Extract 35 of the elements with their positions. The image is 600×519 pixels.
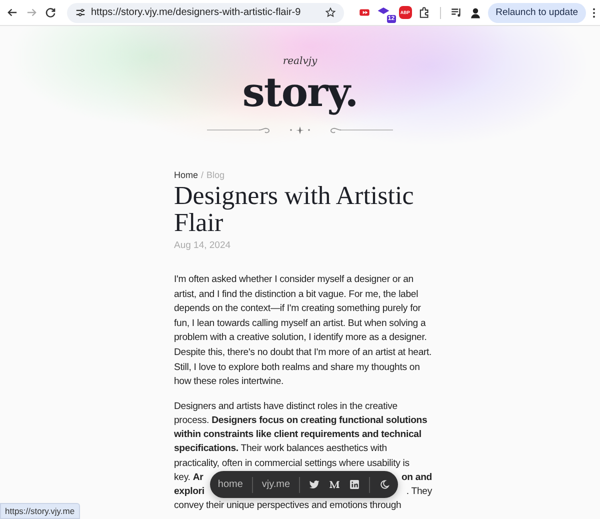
- breadcrumb-link[interactable]: Home: [174, 170, 198, 180]
- relaunch-button[interactable]: Relaunch to update: [488, 2, 586, 22]
- dark-mode-toggle-icon[interactable]: [379, 479, 390, 490]
- url-text: https://story.vjy.me/designers-with-artistic-flair-9: [91, 7, 302, 18]
- breadcrumb-separator: /: [201, 170, 204, 180]
- article-paragraph: I'm often asked whether I consider myself a designer or an artist, and I find the distinction a bit vague. For me, the label depends on the context—if I'm creating something purely for fun, I lean towards calling myself an artist. But when solving a problem with a creative solution, I identify more as a designer. Despite this, there's no doubt that I'm more of an artist at heart. Still, I love to explore both realms and share my thoughts on how these roles intertwine.: [174, 273, 432, 390]
- paragraph-line: convey their unique perspectives and emotions through: [174, 499, 402, 514]
- profile-avatar-icon[interactable]: [468, 6, 482, 19]
- paragraph-line: within constraints like client requirements and technical: [174, 428, 422, 442]
- paragraph-line: key. Ar: [174, 470, 204, 485]
- media-controls-icon[interactable]: [450, 6, 463, 19]
- paragraph-line: practicality, often in commercial settings where usability is: [174, 456, 410, 471]
- medium-m-icon[interactable]: [329, 479, 340, 490]
- linkedin-icon[interactable]: [349, 479, 360, 490]
- paragraph-line: specifications. Their work balances aesthetics with: [174, 442, 387, 456]
- address-bar[interactable]: https://story.vjy.me/designers-with-artistic-flair-9: [67, 2, 344, 22]
- nav-link[interactable]: vjy.me: [262, 479, 290, 490]
- paragraph-line: on and: [401, 470, 432, 485]
- article-title: Designers with Artistic Flair: [174, 182, 415, 236]
- site-settings-icon: [75, 7, 86, 18]
- nav-link[interactable]: home: [218, 479, 243, 490]
- reload-icon[interactable]: [44, 6, 57, 19]
- bookmark-star-icon[interactable]: [324, 7, 336, 18]
- site-logo[interactable]: story.: [242, 71, 358, 115]
- paragraph-line: Designers and artists have distinct roles in the creative: [174, 400, 398, 414]
- status-bar-url: https://story.vjy.me: [0, 503, 80, 519]
- twitter-bird-icon[interactable]: [309, 479, 320, 490]
- puzzle-icon[interactable]: [418, 6, 431, 19]
- paragraph-line: process. Designers focus on creating functional solutions: [174, 414, 428, 428]
- article-date: Aug 14, 2024: [174, 240, 232, 251]
- back-icon[interactable]: [6, 6, 19, 19]
- paragraph-line: explori: [174, 484, 204, 499]
- paragraph-line: . They: [406, 484, 432, 499]
- signature-logo[interactable]: realvjy: [282, 56, 318, 67]
- more-options-icon[interactable]: [592, 6, 596, 18]
